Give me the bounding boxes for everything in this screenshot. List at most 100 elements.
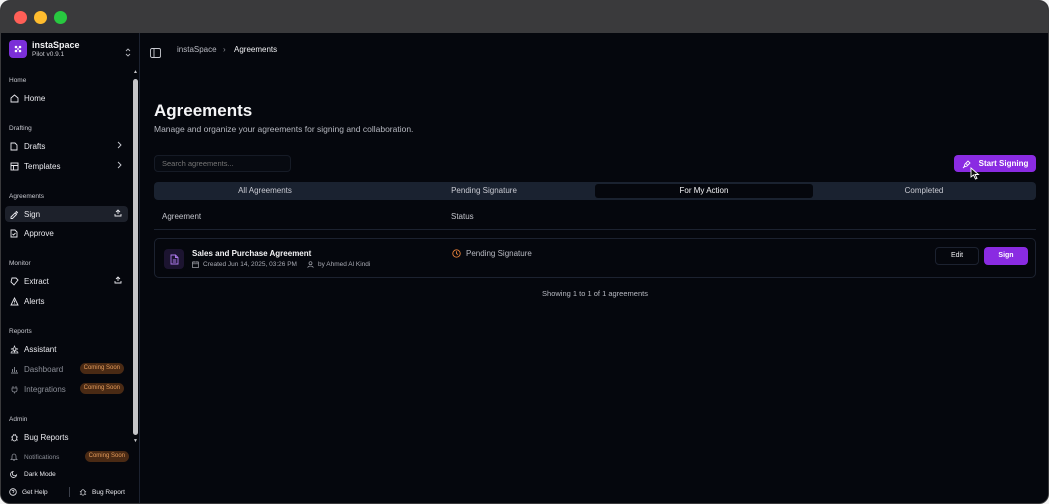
window-titlebar: [1, 1, 1048, 33]
plug-icon: [9, 384, 19, 394]
zoom-window-button[interactable]: [54, 11, 67, 24]
app-logo-icon: [9, 40, 27, 58]
workspace-switcher[interactable]: instaSpace Pilot v0.9.1: [9, 40, 133, 60]
tab-pending-signature[interactable]: Pending Signature: [375, 184, 593, 198]
sidebar-item-label: Approve: [24, 228, 54, 238]
agreement-meta: Created Jun 14, 2025, 03:26 PM by Ahmed …: [192, 261, 370, 268]
section-label-monitor: Monitor: [9, 260, 31, 267]
sidebar-item-sign[interactable]: Sign: [5, 206, 128, 222]
table-header-divider: [154, 229, 1036, 230]
footer-divider: [69, 487, 70, 497]
bot-icon: [9, 344, 19, 354]
section-label-home: Home: [9, 77, 27, 84]
sidebar-item-bug-reports[interactable]: Bug Reports: [5, 429, 128, 445]
chevron-up-down-icon: [125, 44, 131, 62]
clock-icon: [452, 249, 461, 258]
bar-chart-icon: [9, 364, 19, 374]
page-title: Agreements: [154, 101, 253, 120]
agreement-title[interactable]: Sales and Purchase Agreement: [192, 249, 311, 258]
sidebar-item-label: Notifications: [24, 453, 60, 461]
sidebar-item-label: Sign: [24, 209, 41, 219]
sidebar-item-templates[interactable]: Templates: [5, 158, 128, 174]
close-window-button[interactable]: [14, 11, 27, 24]
file-check-icon: [9, 228, 19, 238]
sidebar-item-extract[interactable]: Extract: [5, 273, 128, 289]
home-icon: [9, 93, 19, 103]
breadcrumb-separator: ›: [223, 45, 226, 54]
scroll-up-arrow[interactable]: ▲: [132, 69, 139, 76]
sidebar-item-notifications[interactable]: Notifications Coming Soon: [5, 449, 129, 465]
dark-mode-toggle[interactable]: Dark Mode: [5, 466, 128, 482]
agreement-tabs: All Agreements Pending Signature For My …: [154, 182, 1036, 200]
coming-soon-badge: Coming Soon: [84, 451, 129, 462]
sidebar-item-label: Dark Mode: [24, 470, 56, 478]
tab-all-agreements[interactable]: All Agreements: [156, 184, 374, 198]
bug-icon: [79, 488, 87, 496]
sidebar-item-drafts[interactable]: Drafts: [5, 138, 128, 154]
column-header-agreement: Agreement: [162, 212, 202, 221]
sidebar-item-integrations[interactable]: Integrations Coming Soon: [5, 381, 128, 397]
app-window: instaSpace Pilot v0.9.1 Home Home Drafti…: [0, 0, 1049, 504]
sidebar-item-label: Integrations: [24, 384, 66, 394]
sidebar-item-dashboard[interactable]: Dashboard Coming Soon: [5, 361, 128, 377]
sidebar-item-label: Home: [24, 93, 46, 103]
get-help-label: Get Help: [22, 488, 48, 496]
template-icon: [9, 161, 19, 171]
created-date: Created Jun 14, 2025, 03:26 PM: [203, 261, 297, 268]
status-badge: Pending Signature: [452, 249, 532, 258]
coming-soon-badge: Coming Soon: [79, 383, 124, 394]
search-input[interactable]: [154, 155, 291, 172]
sidebar-item-label: Bug Reports: [24, 432, 69, 442]
table-row[interactable]: Sales and Purchase Agreement Created Jun…: [154, 238, 1036, 278]
sidebar-item-label: Assistant: [24, 344, 57, 354]
start-signing-button[interactable]: Start Signing: [954, 155, 1036, 172]
moon-icon: [9, 469, 19, 479]
sidebar-toggle-icon[interactable]: [150, 45, 161, 58]
breadcrumb-root[interactable]: instaSpace: [177, 45, 217, 54]
sign-button[interactable]: Sign: [984, 247, 1028, 265]
sidebar: instaSpace Pilot v0.9.1 Home Home Drafti…: [1, 33, 140, 503]
section-label-reports: Reports: [9, 328, 32, 335]
sidebar-item-approve[interactable]: Approve: [5, 225, 128, 241]
sidebar-item-label: Alerts: [24, 296, 45, 306]
warning-icon: [9, 296, 19, 306]
bug-report-button[interactable]: Bug Report: [79, 485, 125, 499]
app-version: Pilot v0.9.1: [32, 51, 65, 58]
app-name: instaSpace: [32, 40, 80, 50]
document-icon: [164, 249, 184, 269]
tab-for-my-action[interactable]: For My Action: [595, 184, 813, 198]
file-icon: [9, 141, 19, 151]
sidebar-item-label: Extract: [24, 276, 49, 286]
minimize-window-button[interactable]: [34, 11, 47, 24]
edit-button[interactable]: Edit: [935, 247, 979, 265]
bug-report-label: Bug Report: [92, 488, 125, 496]
coming-soon-badge: Coming Soon: [79, 363, 124, 374]
sidebar-item-alerts[interactable]: Alerts: [5, 293, 128, 309]
scroll-down-arrow[interactable]: ▼: [132, 438, 139, 445]
sidebar-item-home[interactable]: Home: [5, 90, 128, 106]
get-help-button[interactable]: Get Help: [9, 485, 48, 499]
start-signing-label: Start Signing: [978, 159, 1029, 168]
chevron-right-icon: [117, 161, 122, 171]
sidebar-item-label: Drafts: [24, 141, 46, 151]
sidebar-item-assistant[interactable]: Assistant: [5, 341, 128, 357]
pagination-summary: Showing 1 to 1 of 1 agreements: [542, 289, 648, 298]
upload-icon[interactable]: [114, 276, 122, 286]
sidebar-item-label: Templates: [24, 161, 61, 171]
section-label-admin: Admin: [9, 416, 28, 423]
sidebar-scrollbar[interactable]: ▲ ▼: [132, 69, 139, 445]
sidebar-item-label: Dashboard: [24, 364, 64, 374]
column-header-status: Status: [451, 212, 474, 221]
main-content: instaSpace › Agreements Agreements Manag…: [141, 33, 1048, 503]
page-subtitle: Manage and organize your agreements for …: [154, 124, 414, 134]
help-circle-icon: [9, 488, 17, 496]
extract-icon: [9, 276, 19, 286]
scroll-thumb[interactable]: [133, 79, 138, 435]
section-label-drafting: Drafting: [9, 125, 32, 132]
calendar-icon: [192, 261, 199, 268]
bell-icon: [9, 452, 19, 462]
breadcrumb-current: Agreements: [234, 45, 278, 54]
tab-completed[interactable]: Completed: [815, 184, 1033, 198]
upload-icon[interactable]: [114, 209, 122, 219]
bug-icon: [9, 432, 19, 442]
